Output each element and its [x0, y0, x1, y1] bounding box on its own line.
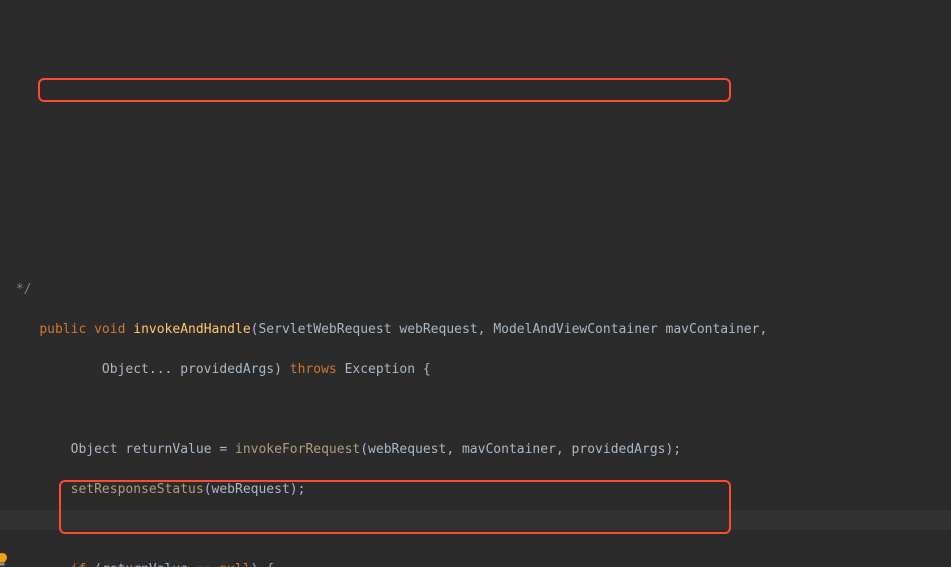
paren: ) {: [251, 562, 274, 567]
code-line[interactable]: setResponseStatus(webRequest);: [8, 480, 951, 500]
args: (webRequest, mavContainer, providedArgs)…: [360, 442, 681, 457]
highlight-box-1: [38, 78, 731, 102]
comma: ,: [478, 322, 494, 337]
eq: =: [219, 442, 235, 457]
kw-void: void: [94, 322, 125, 337]
paren-close: ): [274, 362, 290, 377]
exception-type: Exception: [337, 362, 423, 377]
var: returnValue: [102, 562, 196, 567]
method-name: invokeAndHandle: [133, 322, 250, 337]
var-name: returnValue: [125, 442, 219, 457]
param-type: ModelAndViewContainer: [493, 322, 657, 337]
comma: ,: [759, 322, 767, 337]
method-call: invokeForRequest: [235, 442, 360, 457]
eq: ==: [196, 562, 219, 567]
method-call: setResponseStatus: [71, 482, 204, 497]
code-line[interactable]: public void invokeAndHandle(ServletWebRe…: [8, 320, 951, 340]
code-line[interactable]: if (returnValue == null) {: [8, 560, 951, 567]
args: (webRequest);: [204, 482, 306, 497]
paren: (: [86, 562, 102, 567]
code-line[interactable]: Object... providedArgs) throws Exception…: [8, 360, 951, 380]
kw-public: public: [39, 322, 86, 337]
param-name: providedArgs: [180, 362, 274, 377]
var-type: Object: [71, 442, 126, 457]
code-line[interactable]: [8, 520, 951, 540]
param-type: ServletWebRequest: [258, 322, 391, 337]
param-name: webRequest: [399, 322, 477, 337]
code-line[interactable]: [8, 400, 951, 420]
kw-throws: throws: [290, 362, 337, 377]
code-editor[interactable]: */ public void invokeAndHandle(ServletWe…: [0, 0, 951, 567]
brace: {: [423, 362, 431, 377]
param-type: Object: [102, 362, 149, 377]
param-name: mavContainer: [666, 322, 760, 337]
varargs: ...: [149, 362, 180, 377]
intention-bulb-icon[interactable]: [0, 513, 8, 525]
code-line[interactable]: Object returnValue = invokeForRequest(we…: [8, 440, 951, 460]
code-line[interactable]: */: [8, 280, 951, 300]
kw-if: if: [71, 562, 87, 567]
comment-end: */: [8, 282, 31, 297]
kw-null: null: [219, 562, 250, 567]
